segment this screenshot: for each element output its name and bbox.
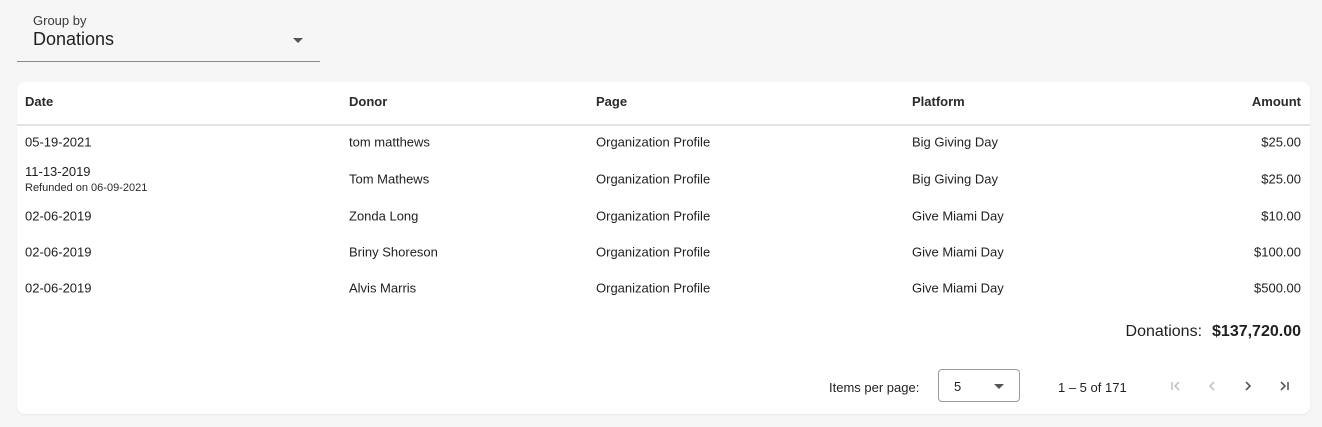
row-date: 02-06-2019: [25, 244, 92, 260]
donations-total: Donations: $137,720.00: [1126, 323, 1301, 341]
column-header-platform[interactable]: Platform: [912, 94, 965, 109]
column-header-amount[interactable]: Amount: [1252, 94, 1301, 109]
dropdown-arrow-icon: [293, 38, 303, 43]
dropdown-arrow-icon: [994, 384, 1004, 389]
row-amount: $25.00: [1261, 134, 1301, 150]
row-donor: Tom Mathews: [349, 171, 430, 187]
row-platform: Give Miami Day: [912, 208, 1004, 224]
row-date-cell: 05-19-2021: [25, 135, 92, 150]
row-date-cell: 02-06-2019: [25, 209, 92, 224]
table-row[interactable]: 11-13-2019 Refunded on 06-09-2021 Tom Ma…: [17, 160, 1310, 198]
donations-table-card: Date Donor Page Platform Amount 05-19-20…: [17, 82, 1310, 414]
row-page: Organization Profile: [596, 244, 711, 260]
row-amount: $25.00: [1261, 171, 1301, 187]
row-platform: Big Giving Day: [912, 134, 998, 150]
row-donor: Zonda Long: [349, 208, 419, 224]
next-page-button[interactable]: [1236, 375, 1260, 397]
row-date: 11-13-2019: [25, 164, 91, 179]
row-date-cell: 02-06-2019: [25, 281, 92, 296]
chevron-left-icon: [1208, 381, 1215, 391]
row-donor: tom matthews: [349, 134, 430, 150]
row-date: 05-19-2021: [25, 134, 92, 150]
table-row[interactable]: 02-06-2019 Briny Shoreson Organization P…: [17, 234, 1310, 270]
total-label: Donations:: [1125, 323, 1203, 340]
row-date-cell: 02-06-2019: [25, 245, 92, 260]
row-date: 02-06-2019: [25, 208, 92, 224]
first-page-icon: [1171, 381, 1180, 391]
row-donor: Briny Shoreson: [349, 244, 438, 260]
column-header-donor[interactable]: Donor: [349, 94, 387, 109]
row-platform: Give Miami Day: [912, 280, 1004, 296]
group-by-select[interactable]: Group by Donations: [17, 8, 320, 62]
row-page: Organization Profile: [596, 208, 711, 224]
row-amount: $100.00: [1254, 244, 1301, 260]
previous-page-button[interactable]: [1200, 375, 1224, 397]
row-donor: Alvis Marris: [349, 280, 417, 296]
row-amount: $10.00: [1261, 208, 1301, 224]
page-range-label: 1 – 5 of 171: [1058, 380, 1127, 395]
table-header: Date Donor Page Platform Amount: [17, 82, 1310, 126]
row-amount: $500.00: [1254, 280, 1301, 296]
refund-note: Refunded on 06-09-2021: [25, 182, 148, 194]
table-row[interactable]: 02-06-2019 Alvis Marris Organization Pro…: [17, 270, 1310, 306]
row-page: Organization Profile: [596, 171, 711, 187]
group-by-label: Group by: [33, 13, 87, 28]
row-platform: Give Miami Day: [912, 244, 1004, 260]
total-value: $137,720.00: [1212, 323, 1301, 340]
first-page-button[interactable]: [1164, 375, 1188, 397]
table-row[interactable]: 02-06-2019 Zonda Long Organization Profi…: [17, 198, 1310, 234]
items-per-page-select[interactable]: 5: [938, 369, 1020, 402]
column-header-date[interactable]: Date: [25, 94, 53, 109]
row-date-cell: 11-13-2019 Refunded on 06-09-2021: [25, 164, 147, 194]
table-row[interactable]: 05-19-2021 tom matthews Organization Pro…: [17, 124, 1310, 160]
last-page-icon: [1280, 381, 1289, 391]
group-by-value: Donations: [33, 29, 115, 49]
row-page: Organization Profile: [596, 280, 711, 296]
last-page-button[interactable]: [1272, 375, 1296, 397]
chevron-right-icon: [1245, 381, 1252, 391]
column-header-page[interactable]: Page: [596, 94, 627, 109]
row-date: 02-06-2019: [25, 280, 92, 296]
items-per-page-label: Items per page:: [829, 380, 920, 395]
row-page: Organization Profile: [596, 134, 711, 150]
row-platform: Big Giving Day: [912, 171, 998, 187]
items-per-page-value: 5: [954, 379, 962, 394]
